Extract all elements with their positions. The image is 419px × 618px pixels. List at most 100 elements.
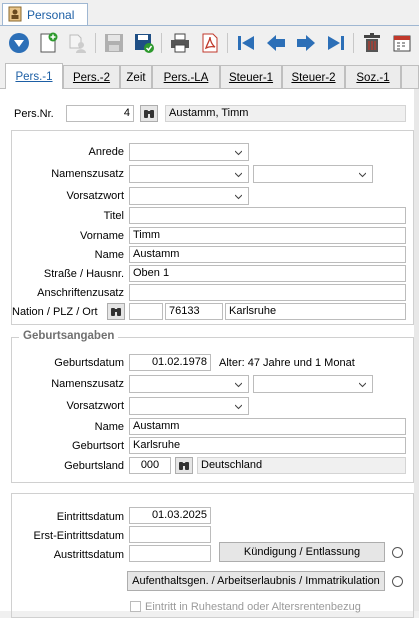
vorname-label: Vorname [79,230,124,242]
geburtsort-field[interactable]: Karlsruhe [129,437,406,454]
divider [0,25,419,26]
vorname-field[interactable]: Timm [129,227,406,244]
birth-name-label: Name [94,421,124,433]
aufenthalt-button[interactable]: Aufenthaltsgen. / Arbeitserlaubnis / Imm… [127,571,385,591]
tab-steuer-1[interactable]: Steuer-1 [220,65,282,89]
delete-icon[interactable] [360,31,384,55]
tab-overflow[interactable] [401,65,419,89]
chevron-down-icon [235,150,242,156]
geburtsort-label: Geburtsort [72,440,124,452]
tab-label: Soz.-1 [356,71,390,84]
geburtsdatum-field[interactable]: 01.02.1978 [129,354,211,371]
geburtsland-code-field[interactable]: 000 [129,457,171,474]
dropdown-icon[interactable] [7,31,31,55]
strasse-label: Straße / Hausnr. [43,268,124,280]
tab-pers-la[interactable]: Pers.-LA [152,65,220,89]
eintrittsdatum-field[interactable]: 01.03.2025 [129,507,211,524]
calendar-icon[interactable] [390,31,414,55]
tab-label: Pers.-LA [163,71,209,84]
tab-label: Pers.-1 [15,70,53,83]
titel-field[interactable] [129,207,406,224]
window-tab-personal[interactable]: Personal [2,3,88,26]
birth-name-field[interactable]: Austamm [129,418,406,435]
chevron-down-icon [235,404,242,410]
birth-vorsatzwort-select[interactable] [129,397,249,415]
divider [161,33,162,53]
last-icon[interactable] [324,31,348,55]
window-tab-label: Personal [27,8,75,22]
plz-field[interactable]: 76133 [165,303,223,320]
print-icon[interactable] [168,31,192,55]
copy-user-icon[interactable] [66,31,90,55]
geburtsdatum-label: Geburtsdatum [54,357,124,369]
vorsatzwort-select[interactable] [129,187,249,205]
namenszusatz-label: Namenszusatz [51,168,124,180]
tab-label: Pers.-2 [72,71,111,84]
tab-label: Steuer-1 [228,71,274,84]
divider [353,33,354,53]
first-icon[interactable] [234,31,258,55]
eintrittsdatum-label: Eintrittsdatum [56,511,124,523]
kuendigung-button[interactable]: Kündigung / Entlassung [219,542,385,562]
alter-text: Alter: 47 Jahre und 1 Monat [219,357,355,369]
ort-field[interactable]: Karlsruhe [225,303,406,320]
chevron-down-icon [235,382,242,388]
tab-label: Zeit [126,71,146,84]
new-record-icon[interactable] [36,31,60,55]
aufenthalt-radio[interactable] [392,576,403,587]
anschrift-field[interactable] [129,284,406,301]
geburtsland-label: Geburtsland [64,460,124,472]
vorsatzwort-label: Vorsatzwort [66,190,124,202]
birth-namenszusatz-select[interactable] [129,375,249,393]
name-field[interactable]: Austamm [129,246,406,263]
search-binoculars-icon[interactable] [175,457,193,474]
save-check-icon[interactable] [132,31,156,55]
strasse-field[interactable]: Oben 1 [129,265,406,282]
toolbar [0,27,419,60]
geburtsland-name-field: Deutschland [197,457,406,474]
search-binoculars-icon[interactable] [140,105,158,122]
austrittsdatum-field[interactable] [129,545,211,562]
birth-namenszusatz-select-2[interactable] [253,375,373,393]
divider [95,33,96,53]
tab-steuer-2[interactable]: Steuer-2 [282,65,345,89]
divider [227,33,228,53]
tab-pers-2[interactable]: Pers.-2 [63,65,120,89]
vorsatzwort-label: Vorsatzwort [66,400,124,412]
tab-zeit[interactable]: Zeit [120,65,152,89]
pdf-icon[interactable] [198,31,222,55]
chevron-down-icon [235,172,242,178]
ruhestand-checkbox[interactable] [130,601,141,612]
titel-label: Titel [103,210,124,222]
kuendigung-radio[interactable] [392,547,403,558]
tab-pers-1[interactable]: Pers.-1 [5,63,63,89]
persnr-field[interactable]: 4 [66,105,134,122]
chevron-down-icon [235,194,242,200]
birth-group-title: Geburtsangaben [19,330,119,342]
anrede-select[interactable] [129,143,249,161]
name-label: Name [94,249,124,261]
persnr-name-field: Austamm, Timm [165,105,406,122]
previous-icon[interactable] [264,31,288,55]
namenszusatz-select[interactable] [129,165,249,183]
save-disabled-icon[interactable] [102,31,126,55]
nation-plz-ort-label: Nation / PLZ / Ort [12,306,98,318]
tab-label: Steuer-2 [291,71,336,84]
ruhestand-label: Eintritt in Ruhestand oder Altersrentenb… [145,601,361,613]
chevron-down-icon [359,382,366,388]
austrittsdatum-label: Austrittsdatum [53,549,124,561]
tab-bar: Pers.-1 Pers.-2 Zeit Pers.-LA Steuer-1 S… [0,63,419,89]
next-icon[interactable] [294,31,318,55]
search-binoculars-icon[interactable] [107,303,125,320]
erst-eintrittsdatum-field[interactable] [129,526,211,543]
nation-field[interactable] [129,303,163,320]
scrollbar[interactable] [414,89,419,611]
erst-eintrittsdatum-label: Erst-Eintrittsdatum [33,530,124,542]
anrede-label: Anrede [88,146,124,158]
persnr-label: Pers.Nr. [14,108,54,120]
chevron-down-icon [359,172,366,178]
tab-soz-1[interactable]: Soz.-1 [345,65,401,89]
anschrift-label: Anschriftenzusatz [37,287,124,299]
person-icon [8,6,22,25]
namenszusatz-select-2[interactable] [253,165,373,183]
